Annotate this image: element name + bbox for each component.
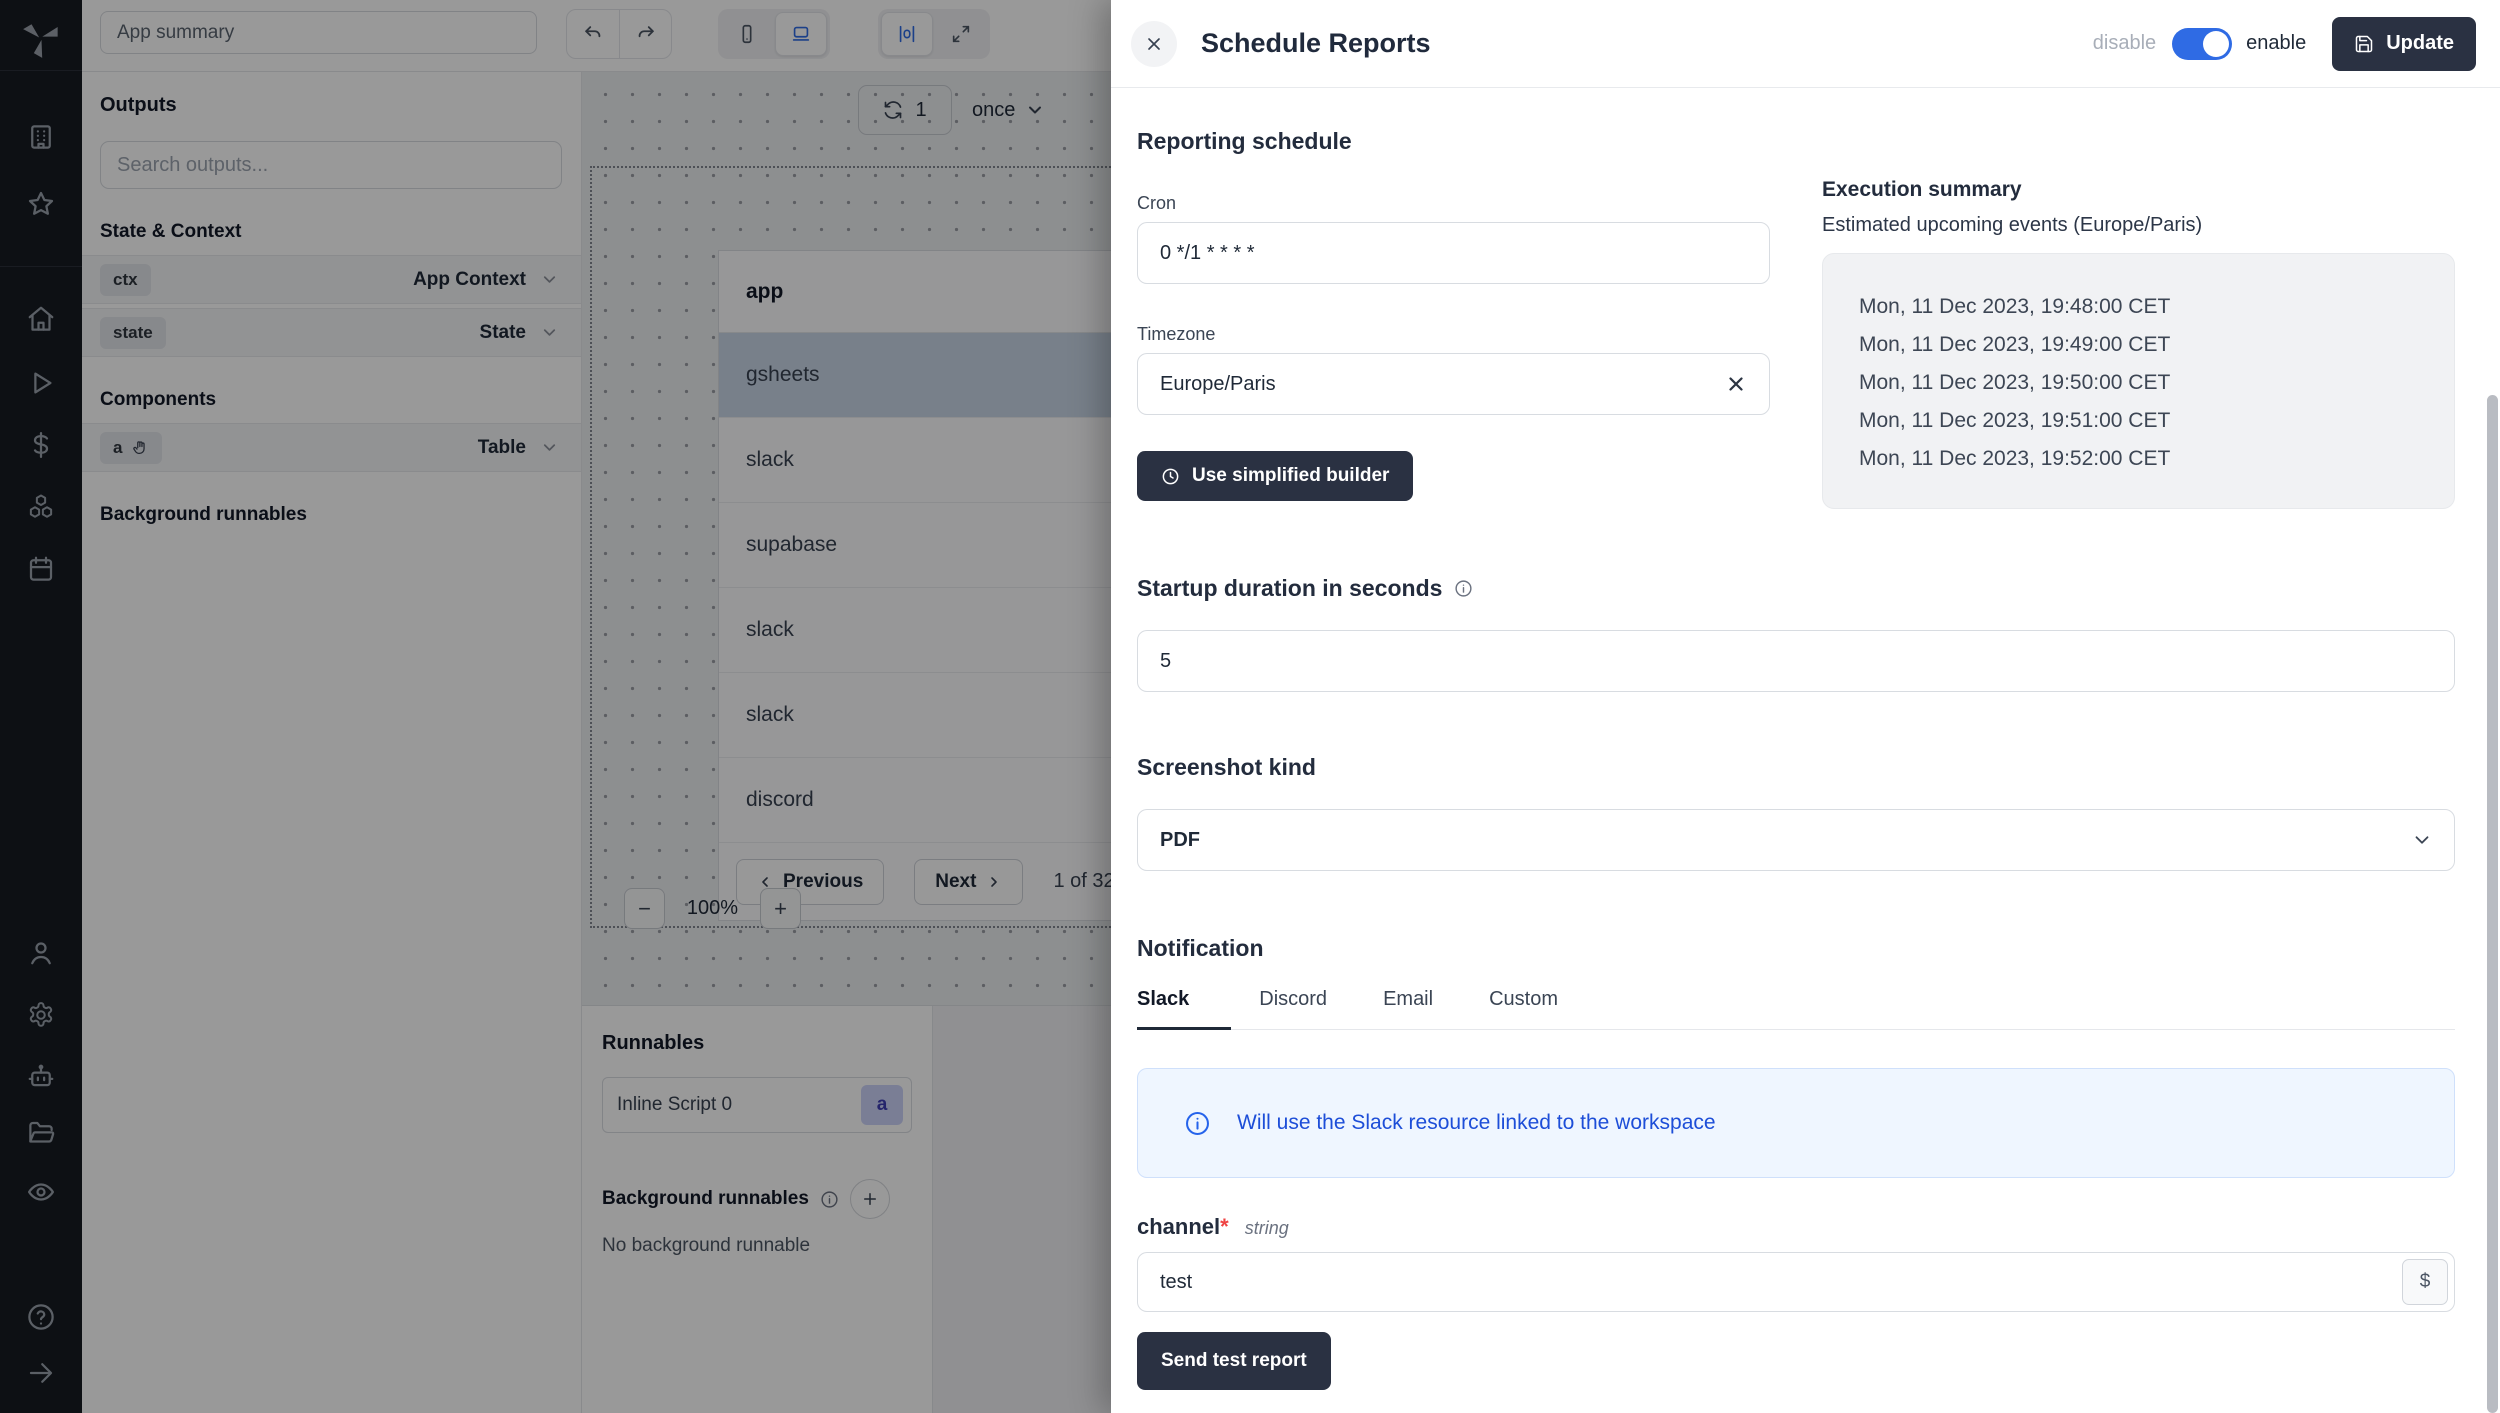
enable-toggle[interactable] xyxy=(2172,28,2232,60)
startup-duration-input[interactable] xyxy=(1137,630,2455,692)
clear-timezone-icon[interactable] xyxy=(1722,370,1750,398)
toggle-knob xyxy=(2203,31,2229,57)
info-icon xyxy=(1184,1110,1211,1137)
timezone-label: Timezone xyxy=(1137,324,1770,345)
notification-tabs: Slack Discord Email Custom xyxy=(1137,976,2455,1030)
execution-summary-heading: Execution summary xyxy=(1822,178,2455,202)
use-simplified-builder-button[interactable]: Use simplified builder xyxy=(1137,451,1413,501)
schedule-reports-drawer: Schedule Reports disable enable Update R… xyxy=(1111,0,2500,1413)
drawer-header-actions: disable enable Update xyxy=(2093,17,2476,71)
channel-input[interactable] xyxy=(1137,1252,2455,1312)
enable-label: enable xyxy=(2246,32,2306,55)
chevron-down-icon xyxy=(2411,829,2433,856)
cron-input[interactable] xyxy=(1137,222,1770,284)
timezone-input[interactable] xyxy=(1137,353,1770,415)
close-icon[interactable] xyxy=(1131,21,1177,67)
drawer-body: Reporting schedule Cron Timezone Use sim… xyxy=(1111,88,2500,1390)
save-icon xyxy=(2354,34,2374,54)
cron-label: Cron xyxy=(1137,193,1770,214)
channel-field-header: channel* string xyxy=(1137,1214,2455,1240)
update-button[interactable]: Update xyxy=(2332,17,2476,71)
event-item: Mon, 11 Dec 2023, 19:50:00 CET xyxy=(1859,364,2424,402)
event-item: Mon, 11 Dec 2023, 19:52:00 CET xyxy=(1859,440,2424,478)
required-asterisk: * xyxy=(1220,1214,1229,1240)
notification-heading: Notification xyxy=(1137,935,2455,962)
screenshot-kind-heading: Screenshot kind xyxy=(1137,754,2455,781)
channel-label: channel xyxy=(1137,1214,1220,1240)
startup-duration-label: Startup duration in seconds xyxy=(1137,575,1442,602)
send-test-report-button[interactable]: Send test report xyxy=(1137,1332,1331,1390)
tab-slack[interactable]: Slack xyxy=(1137,976,1231,1030)
execution-summary-subheading: Estimated upcoming events (Europe/Paris) xyxy=(1822,214,2455,237)
tab-email[interactable]: Email xyxy=(1355,976,1461,1030)
event-item: Mon, 11 Dec 2023, 19:49:00 CET xyxy=(1859,326,2424,364)
clock-icon xyxy=(1161,467,1180,486)
disable-label: disable xyxy=(2093,32,2156,55)
info-icon xyxy=(1454,579,1473,598)
startup-duration-header: Startup duration in seconds xyxy=(1137,575,2455,602)
slack-info-text: Will use the Slack resource linked to th… xyxy=(1237,1111,1716,1135)
insert-variable-dollar-button[interactable]: $ xyxy=(2402,1259,2448,1305)
screenshot-kind-select[interactable] xyxy=(1137,809,2455,871)
channel-type: string xyxy=(1245,1218,1289,1239)
event-item: Mon, 11 Dec 2023, 19:48:00 CET xyxy=(1859,288,2424,326)
drawer-header: Schedule Reports disable enable Update xyxy=(1111,0,2500,88)
screen: Outputs State & Context ctx App Context … xyxy=(0,0,2500,1413)
tab-discord[interactable]: Discord xyxy=(1231,976,1355,1030)
drawer-title: Schedule Reports xyxy=(1201,28,1431,59)
slack-info-banner: Will use the Slack resource linked to th… xyxy=(1137,1068,2455,1178)
tab-custom[interactable]: Custom xyxy=(1461,976,1586,1030)
upcoming-events-box: Mon, 11 Dec 2023, 19:48:00 CET Mon, 11 D… xyxy=(1822,253,2455,509)
reporting-schedule-heading: Reporting schedule xyxy=(1137,128,1770,155)
page-scrollbar-thumb[interactable] xyxy=(2487,395,2498,1413)
event-item: Mon, 11 Dec 2023, 19:51:00 CET xyxy=(1859,402,2424,440)
